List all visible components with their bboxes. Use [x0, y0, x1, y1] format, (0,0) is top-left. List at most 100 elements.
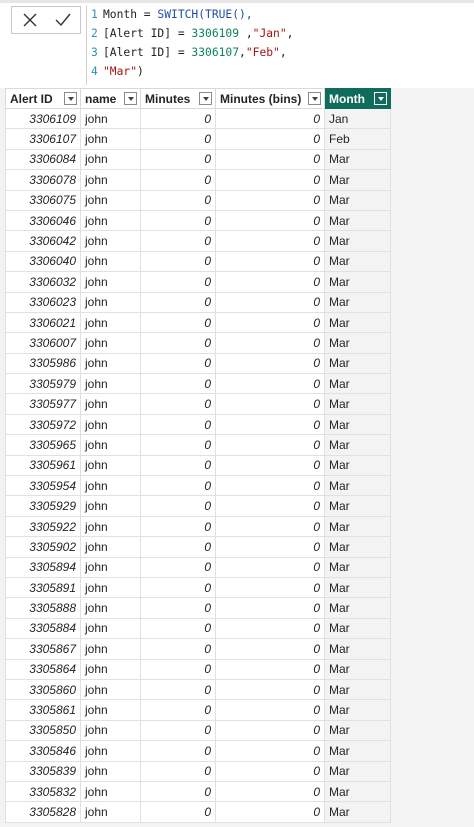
cell-month[interactable]: Mar: [324, 148, 391, 171]
cell-month[interactable]: Mar: [324, 556, 391, 578]
cell-bins[interactable]: 0: [215, 801, 325, 823]
cell-name[interactable]: john: [80, 740, 141, 762]
cell-bins[interactable]: 0: [215, 617, 325, 640]
cell-id[interactable]: 3305891: [5, 576, 81, 599]
cell-name[interactable]: john: [80, 434, 141, 456]
cell-min[interactable]: 0: [140, 617, 216, 640]
cell-min[interactable]: 0: [140, 352, 216, 375]
filter-dropdown-button[interactable]: [308, 92, 321, 105]
cell-month[interactable]: Feb: [324, 128, 391, 150]
filter-dropdown-button[interactable]: [124, 92, 137, 105]
cell-month[interactable]: Mar: [324, 332, 391, 354]
cell-min[interactable]: 0: [140, 658, 216, 680]
cell-name[interactable]: john: [80, 352, 141, 375]
cell-id[interactable]: 3305861: [5, 699, 81, 721]
cell-min[interactable]: 0: [140, 515, 216, 538]
cell-month[interactable]: Mar: [324, 597, 391, 619]
cell-month[interactable]: Mar: [324, 230, 391, 252]
filter-dropdown-button[interactable]: [64, 92, 77, 105]
cell-name[interactable]: john: [80, 209, 141, 232]
cell-min[interactable]: 0: [140, 536, 216, 558]
cell-min[interactable]: 0: [140, 760, 216, 782]
cell-id[interactable]: 3305972: [5, 413, 81, 436]
cell-bins[interactable]: 0: [215, 311, 325, 334]
cell-bins[interactable]: 0: [215, 373, 325, 395]
cell-bins[interactable]: 0: [215, 128, 325, 150]
cell-id[interactable]: 3306042: [5, 230, 81, 252]
cell-id[interactable]: 3306046: [5, 209, 81, 232]
cell-id[interactable]: 3306007: [5, 332, 81, 354]
cell-bins[interactable]: 0: [215, 658, 325, 680]
cell-month[interactable]: Mar: [324, 373, 391, 395]
cell-name[interactable]: john: [80, 291, 141, 313]
cell-min[interactable]: 0: [140, 475, 216, 497]
cell-min[interactable]: 0: [140, 556, 216, 578]
cell-month[interactable]: Mar: [324, 678, 391, 701]
cell-id[interactable]: 3305977: [5, 393, 81, 415]
cell-name[interactable]: john: [80, 699, 141, 721]
cell-name[interactable]: john: [80, 678, 141, 701]
cell-month[interactable]: Mar: [324, 413, 391, 436]
cell-min[interactable]: 0: [140, 638, 216, 660]
cell-bins[interactable]: 0: [215, 576, 325, 599]
cell-id[interactable]: 3305965: [5, 434, 81, 456]
cell-min[interactable]: 0: [140, 189, 216, 211]
cell-month[interactable]: Mar: [324, 311, 391, 334]
cell-bins[interactable]: 0: [215, 169, 325, 191]
column-header-bins[interactable]: Minutes (bins): [215, 88, 325, 109]
cell-bins[interactable]: 0: [215, 107, 325, 130]
cancel-formula-button[interactable]: [13, 7, 47, 33]
cell-id[interactable]: 3306021: [5, 311, 81, 334]
cell-min[interactable]: 0: [140, 332, 216, 354]
cell-month[interactable]: Mar: [324, 352, 391, 375]
filter-dropdown-button[interactable]: [199, 92, 212, 105]
cell-month[interactable]: Mar: [324, 576, 391, 599]
cell-bins[interactable]: 0: [215, 740, 325, 762]
cell-bins[interactable]: 0: [215, 556, 325, 578]
cell-bins[interactable]: 0: [215, 230, 325, 252]
cell-name[interactable]: john: [80, 332, 141, 354]
cell-min[interactable]: 0: [140, 373, 216, 395]
cell-id[interactable]: 3305954: [5, 475, 81, 497]
cell-id[interactable]: 3305839: [5, 760, 81, 782]
column-header-id[interactable]: Alert ID: [5, 88, 81, 109]
cell-name[interactable]: john: [80, 495, 141, 517]
cell-id[interactable]: 3305860: [5, 678, 81, 701]
cell-min[interactable]: 0: [140, 719, 216, 742]
cell-name[interactable]: john: [80, 638, 141, 660]
cell-name[interactable]: john: [80, 658, 141, 680]
column-header-month[interactable]: Month: [324, 88, 391, 109]
cell-name[interactable]: john: [80, 230, 141, 252]
cell-bins[interactable]: 0: [215, 209, 325, 232]
cell-name[interactable]: john: [80, 536, 141, 558]
cell-id[interactable]: 3305922: [5, 515, 81, 538]
cell-month[interactable]: Mar: [324, 801, 391, 823]
cell-name[interactable]: john: [80, 169, 141, 191]
cell-month[interactable]: Mar: [324, 209, 391, 232]
cell-month[interactable]: Mar: [324, 760, 391, 782]
cell-month[interactable]: Mar: [324, 719, 391, 742]
cell-month[interactable]: Mar: [324, 495, 391, 517]
cell-id[interactable]: 3306040: [5, 250, 81, 273]
cell-name[interactable]: john: [80, 515, 141, 538]
cell-name[interactable]: john: [80, 801, 141, 823]
cell-min[interactable]: 0: [140, 128, 216, 150]
cell-min[interactable]: 0: [140, 169, 216, 191]
cell-name[interactable]: john: [80, 413, 141, 436]
cell-name[interactable]: john: [80, 475, 141, 497]
cell-min[interactable]: 0: [140, 678, 216, 701]
cell-name[interactable]: john: [80, 719, 141, 742]
cell-id[interactable]: 3306109: [5, 107, 81, 130]
cell-name[interactable]: john: [80, 393, 141, 415]
cell-bins[interactable]: 0: [215, 597, 325, 619]
cell-bins[interactable]: 0: [215, 271, 325, 293]
cell-name[interactable]: john: [80, 454, 141, 477]
cell-id[interactable]: 3305832: [5, 780, 81, 803]
cell-bins[interactable]: 0: [215, 719, 325, 742]
cell-id[interactable]: 3305929: [5, 495, 81, 517]
cell-name[interactable]: john: [80, 250, 141, 273]
cell-id[interactable]: 3305864: [5, 658, 81, 680]
cell-id[interactable]: 3306075: [5, 189, 81, 211]
cell-min[interactable]: 0: [140, 311, 216, 334]
cell-bins[interactable]: 0: [215, 699, 325, 721]
